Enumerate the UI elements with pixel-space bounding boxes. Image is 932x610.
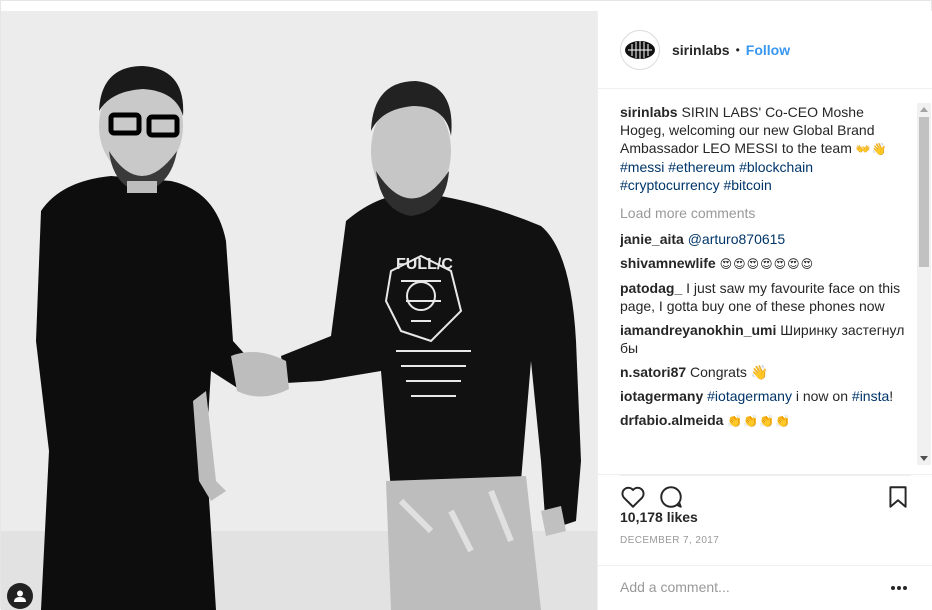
comment-item: patodag_ I just saw my favourite face on…: [620, 279, 912, 315]
comment-item: n.satori87 Congrats 👋: [620, 363, 912, 381]
comment-mention[interactable]: #iotagermany: [707, 388, 792, 404]
add-comment-row: [598, 565, 932, 610]
post-header: sirinlabs • Follow: [598, 11, 932, 89]
photo-illustration: FULL/C: [1, 11, 597, 610]
dot: [897, 586, 901, 590]
comment-username[interactable]: janie_aita: [620, 231, 684, 247]
comment-item: drfabio.almeida 👏👏👏👏: [620, 411, 912, 430]
avatar[interactable]: [620, 29, 660, 70]
comment-username[interactable]: iamandreyanokhin_umi: [620, 322, 776, 338]
separator-dot: •: [735, 42, 740, 57]
post-username[interactable]: sirinlabs: [672, 42, 730, 58]
comment-username[interactable]: shivamnewlife: [620, 255, 716, 271]
sirinlabs-logo-icon: [625, 40, 655, 59]
comment-text: i now on: [795, 388, 849, 404]
bookmark-icon[interactable]: [885, 484, 911, 510]
hashtag-link[interactable]: #cryptocurrency: [620, 177, 720, 193]
post-side-panel: sirinlabs • Follow sirinlabs SIRIN LABS'…: [597, 11, 932, 610]
comment-item: iotagermany #iotagermany i now on #insta…: [620, 387, 912, 405]
svg-text:FULL/C: FULL/C: [396, 256, 453, 273]
post-date[interactable]: DECEMBER 7, 2017: [620, 535, 719, 546]
comment-mention[interactable]: #insta: [852, 388, 889, 404]
comment-username[interactable]: patodag_: [620, 280, 682, 296]
hashtag-link[interactable]: #ethereum: [668, 159, 735, 175]
more-options-icon[interactable]: [891, 586, 907, 590]
scrollbar-thumb[interactable]: [919, 117, 929, 267]
likes-count[interactable]: 10,178 likes: [620, 509, 698, 525]
heart-icon[interactable]: [620, 484, 646, 510]
caption-username[interactable]: sirinlabs: [620, 104, 678, 120]
comment-mention[interactable]: @arturo870615: [688, 231, 786, 247]
comments-scrollbar[interactable]: [917, 103, 931, 465]
comment-text: 😍😍😍😍😍😍😍: [719, 257, 815, 271]
comments-list: sirinlabs SIRIN LABS' Co-CEO Moshe Hogeg…: [620, 103, 912, 465]
scroll-up-arrow-icon[interactable]: [920, 107, 928, 112]
comment-text: 👏👏👏👏: [727, 414, 792, 428]
comment-username[interactable]: drfabio.almeida: [620, 412, 723, 428]
comment-icon[interactable]: [658, 484, 684, 510]
comment-text: Congrats 👋: [690, 364, 769, 380]
dot: [891, 586, 895, 590]
comment-item: shivamnewlife 😍😍😍😍😍😍😍: [620, 254, 912, 273]
add-comment-input[interactable]: [620, 579, 860, 595]
caption-emoji: 👐👋: [855, 142, 888, 156]
hashtag-link[interactable]: #bitcoin: [723, 177, 771, 193]
instagram-post-window: FULL/C sirinlabs • Follow sirinlabs SIRI…: [0, 0, 932, 610]
comment-item: iamandreyanokhin_umi Ширинку застегнул б…: [620, 321, 912, 357]
load-more-comments-button[interactable]: Load more comments: [620, 204, 912, 222]
follow-button[interactable]: Follow: [746, 42, 790, 58]
dot: [903, 586, 907, 590]
post-actions: [598, 474, 932, 508]
post-photo[interactable]: FULL/C: [1, 11, 597, 610]
hashtag-link[interactable]: #messi: [620, 159, 664, 175]
comment-text-tail: !: [889, 388, 894, 404]
comment-username[interactable]: iotagermany: [620, 388, 703, 404]
divider: [598, 474, 932, 475]
comment-item: janie_aita @arturo870615: [620, 230, 912, 248]
comment-username[interactable]: n.satori87: [620, 364, 686, 380]
scroll-down-arrow-icon[interactable]: [920, 456, 928, 461]
user-tag-icon[interactable]: [7, 583, 33, 609]
hashtag-link[interactable]: #blockchain: [739, 159, 813, 175]
caption: sirinlabs SIRIN LABS' Co-CEO Moshe Hogeg…: [620, 103, 912, 194]
